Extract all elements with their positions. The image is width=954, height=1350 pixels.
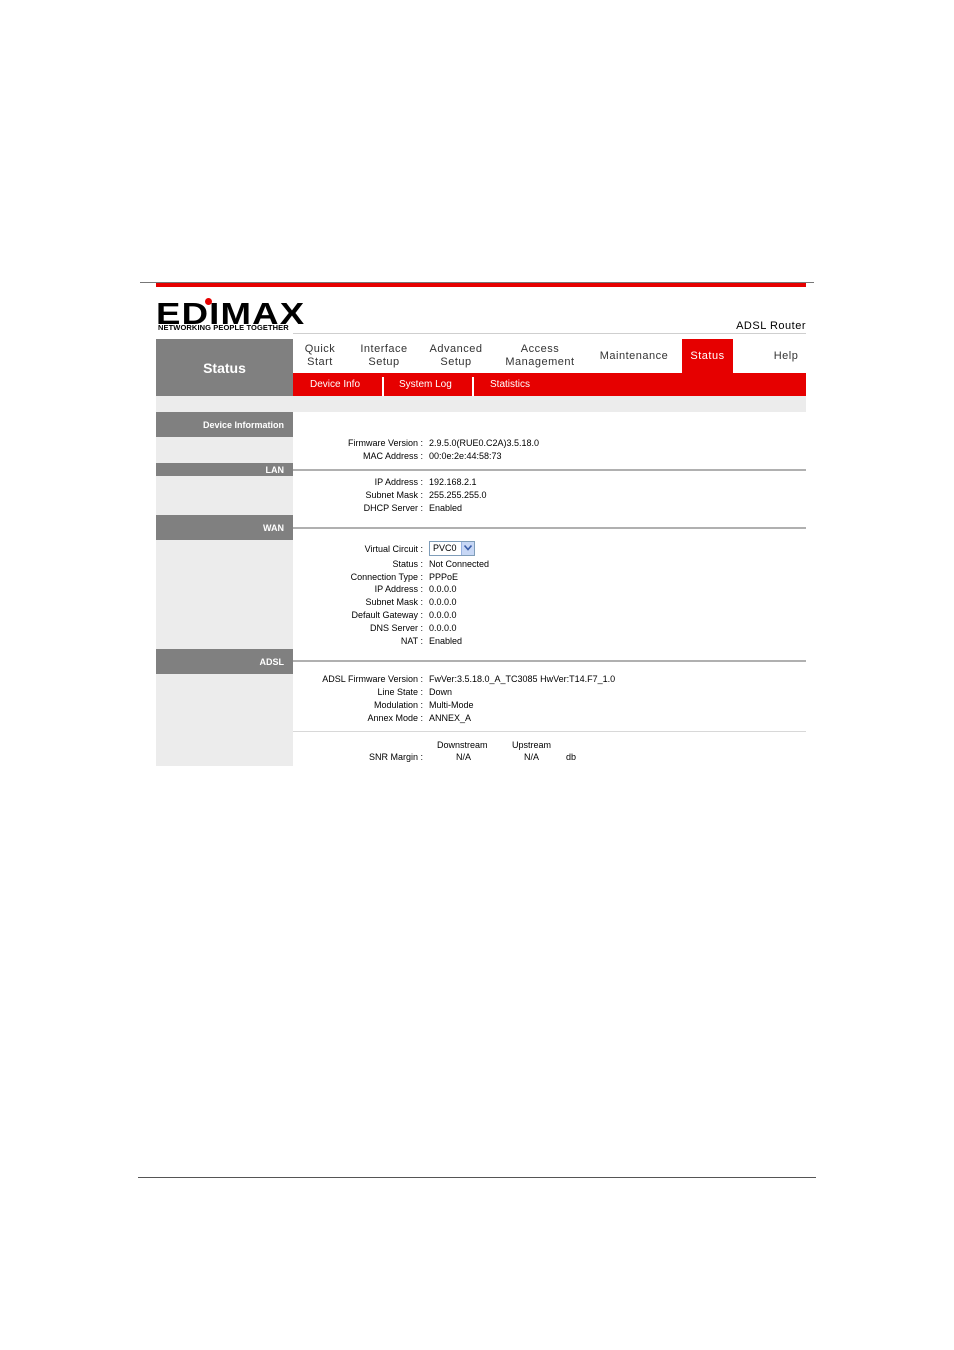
- field-value: Multi-Mode: [429, 700, 474, 710]
- nav-label: Setup: [368, 356, 400, 368]
- product-name: ADSL Router: [736, 320, 806, 332]
- lan-row-dhcp: DHCP Server : Enabled: [293, 502, 806, 515]
- field-label: NAT :: [400, 636, 423, 646]
- adsl-row-modulation: Modulation : Multi-Mode: [293, 699, 806, 712]
- subnav-device-info[interactable]: Device Info: [310, 373, 360, 396]
- wan-row-status: Status : Not Connected: [293, 558, 806, 571]
- field-value: 0.0.0.0: [429, 597, 457, 607]
- adsl-row-firmware: ADSL Firmware Version : FwVer:3.5.18.0_A…: [293, 673, 806, 686]
- wan-row-dns: DNS Server : 0.0.0.0: [293, 622, 806, 635]
- field-value: Enabled: [429, 636, 463, 646]
- lan-row-ip: IP Address : 192.168.2.1: [293, 476, 806, 489]
- field-value: Not Connected: [429, 559, 490, 569]
- nav-status[interactable]: Status: [682, 339, 733, 373]
- chevron-down-icon[interactable]: [461, 542, 474, 555]
- content-top-strip: [156, 396, 806, 412]
- field-value: Down: [429, 687, 453, 697]
- field-value: 255.255.255.0: [429, 490, 487, 500]
- subnav-divider: [472, 377, 474, 396]
- header-red-bar: [156, 283, 806, 287]
- wan-row-nat: NAT : Enabled: [293, 635, 806, 648]
- nav-label: Setup: [440, 356, 472, 368]
- header-separator: [293, 333, 806, 334]
- field-value: 2.9.5.0(RUE0.C2A)3.5.18.0: [429, 438, 540, 448]
- section-rule: [293, 527, 806, 529]
- adsl-row-snr: SNR Margin :: [293, 751, 806, 764]
- field-value: 0.0.0.0: [429, 610, 457, 620]
- field-label: IP Address :: [374, 477, 423, 487]
- nav-access-management[interactable]: Access Management: [499, 339, 581, 373]
- main-nav: Quick Start Interface Setup Advanced Setup …: [293, 339, 806, 373]
- field-label: MAC Address :: [362, 451, 423, 461]
- field-label: Status :: [392, 559, 423, 569]
- adsl-table-separator: [293, 731, 806, 732]
- nav-advanced-setup[interactable]: Advanced Setup: [423, 339, 489, 373]
- field-label: ADSL Firmware Version :: [322, 674, 423, 684]
- wan-row-ip: IP Address : 0.0.0.0: [293, 583, 806, 596]
- sub-nav: Device Info System Log Statistics: [293, 373, 806, 396]
- nav-maintenance[interactable]: Maintenance: [591, 339, 677, 373]
- page-bottom-rule: [138, 1177, 816, 1178]
- edimax-logo: EDIMAX NETWORKING PEOPLE TOGETHER: [156, 298, 306, 334]
- field-value: Enabled: [429, 503, 463, 513]
- snr-unit: db: [566, 752, 577, 762]
- section-wan: WAN: [156, 515, 293, 540]
- subnav-statistics[interactable]: Statistics: [490, 373, 530, 396]
- subnav-system-log[interactable]: System Log: [399, 373, 452, 396]
- subnav-divider: [382, 377, 384, 396]
- adsl-row-line-state: Line State : Down: [293, 686, 806, 699]
- nav-label: Help: [773, 349, 799, 362]
- field-label: DNS Server :: [369, 623, 423, 633]
- field-value: 0.0.0.0: [429, 584, 457, 594]
- field-label: IP Address :: [374, 584, 423, 594]
- nav-label: Management: [505, 356, 575, 368]
- snr-downstream-value: N/A: [456, 752, 472, 762]
- field-label: Subnet Mask :: [365, 490, 423, 500]
- field-label: DHCP Server :: [363, 503, 423, 513]
- select-value: PVC0: [433, 543, 457, 553]
- nav-label: Start: [307, 356, 333, 368]
- field-label: Virtual Circuit :: [364, 544, 423, 554]
- info-row-mac: MAC Address : 00:0e:2e:44:58:73: [293, 450, 806, 463]
- nav-label: Access: [520, 343, 560, 355]
- wan-row-virtual-circuit: Virtual Circuit :: [293, 543, 806, 556]
- wan-row-gateway: Default Gateway : 0.0.0.0: [293, 609, 806, 622]
- nav-interface-setup[interactable]: Interface Setup: [351, 339, 417, 373]
- section-lan: LAN: [156, 463, 293, 476]
- logo-red-dot: [205, 298, 212, 305]
- field-label: Firmware Version :: [347, 438, 423, 448]
- nav-help[interactable]: Help: [761, 339, 811, 373]
- field-label: Annex Mode :: [367, 713, 423, 723]
- nav-label: Maintenance: [599, 349, 669, 362]
- nav-label: Advanced: [429, 343, 483, 355]
- field-value: 00:0e:2e:44:58:73: [429, 451, 502, 461]
- field-value: FwVer:3.5.18.0_A_TC3085 HwVer:T14.F7_1.0: [429, 674, 616, 684]
- section-rule: [293, 660, 806, 662]
- field-value: 192.168.2.1: [429, 477, 477, 487]
- adsl-row-annex: Annex Mode : ANNEX_A: [293, 712, 806, 725]
- section-rule: [293, 469, 806, 471]
- field-value: 0.0.0.0: [429, 623, 457, 633]
- sidebar-section-title: Status: [156, 339, 293, 396]
- field-label: Subnet Mask :: [365, 597, 423, 607]
- nav-label: Interface: [360, 343, 408, 355]
- nav-quick-start[interactable]: Quick Start: [293, 339, 347, 373]
- section-adsl: ADSL: [156, 649, 293, 674]
- field-label: SNR Margin :: [368, 752, 423, 762]
- lan-row-mask: Subnet Mask : 255.255.255.0: [293, 489, 806, 502]
- wan-row-mask: Subnet Mask : 0.0.0.0: [293, 596, 806, 609]
- virtual-circuit-select[interactable]: PVC0: [429, 541, 475, 556]
- logo-tagline: NETWORKING PEOPLE TOGETHER: [158, 323, 289, 332]
- nav-label: Status: [690, 349, 725, 362]
- field-label: Line State :: [377, 687, 423, 697]
- section-device-information: Device Information: [156, 412, 293, 437]
- nav-label: Quick: [304, 343, 336, 355]
- info-row-firmware: Firmware Version : 2.9.5.0(RUE0.C2A)3.5.…: [293, 437, 806, 450]
- field-label: Modulation :: [373, 700, 423, 710]
- field-label: Default Gateway :: [351, 610, 423, 620]
- field-value: ANNEX_A: [429, 713, 472, 723]
- snr-upstream-value: N/A: [524, 752, 540, 762]
